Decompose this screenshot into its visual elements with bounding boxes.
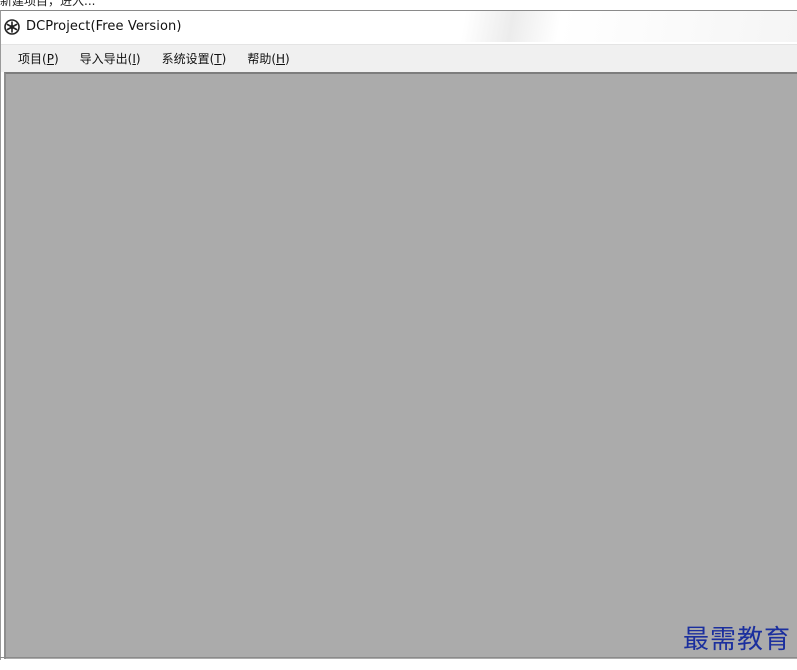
screenshot: 新建项目，进入... DCProject(Free Version) 项目(P)… bbox=[0, 0, 797, 670]
menu-system-settings[interactable]: 系统设置(T) bbox=[156, 47, 233, 70]
menu-bar: 项目(P) 导入导出(I) 系统设置(T) 帮助(H) bbox=[1, 44, 797, 72]
mdi-client-area[interactable]: 最需教育 bbox=[4, 72, 797, 659]
menu-system-settings-label: 系统设置 bbox=[161, 52, 210, 66]
window-bottom-border bbox=[0, 657, 797, 658]
app-window: DCProject(Free Version) 项目(P) 导入导出(I) 系统… bbox=[0, 10, 797, 660]
menu-project-label: 项目 bbox=[18, 52, 43, 66]
cropped-caption-strip: 新建项目，进入... bbox=[0, 0, 797, 10]
menu-project[interactable]: 项目(P) bbox=[12, 47, 65, 70]
menu-import-export-label: 导入导出 bbox=[79, 52, 128, 66]
menu-import-export[interactable]: 导入导出(I) bbox=[74, 47, 147, 70]
menu-import-export-accel: I bbox=[132, 52, 136, 66]
menu-system-settings-accel: T bbox=[214, 52, 222, 66]
window-title: DCProject(Free Version) bbox=[26, 19, 182, 34]
watermark-text: 最需教育 bbox=[682, 625, 791, 655]
cropped-caption-text: 新建项目，进入... bbox=[0, 0, 96, 8]
menu-help-accel: H bbox=[276, 52, 286, 66]
title-bar[interactable]: DCProject(Free Version) bbox=[1, 11, 797, 42]
menu-help[interactable]: 帮助(H) bbox=[241, 47, 295, 70]
bottom-margin bbox=[0, 660, 797, 670]
menu-project-accel: P bbox=[46, 52, 54, 66]
menu-help-label: 帮助 bbox=[247, 52, 272, 66]
app-logo-icon[interactable] bbox=[4, 18, 20, 35]
